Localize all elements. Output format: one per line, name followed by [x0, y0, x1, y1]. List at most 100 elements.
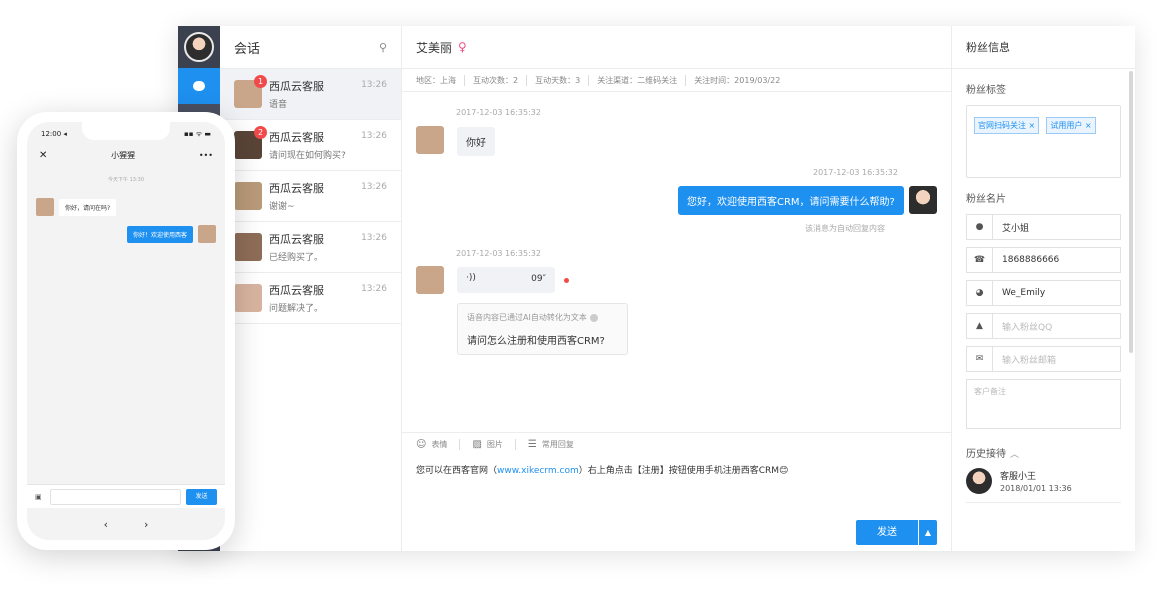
emoji-label: 表情 — [431, 439, 448, 449]
ai-transcription: 语音内容已通过AI自动转化为文本 请问怎么注册和使用西客CRM? — [457, 303, 628, 355]
conversation-preview: 语音 — [269, 100, 288, 110]
conversation-item[interactable]: 2 西瓜云客服 请问现在如何购买? 13:26 — [220, 120, 401, 171]
agent-avatar — [966, 468, 992, 494]
voice-duration: 09″ — [531, 274, 546, 284]
email-placeholder: 输入粉丝邮箱 — [1002, 355, 1057, 366]
phone-field[interactable]: ☎ 1868886666 — [966, 247, 1121, 273]
meta-channel: 关注渠道：二维码关注 — [597, 74, 687, 86]
chat-panel: 艾美丽 ♀ 地区：上海 互动次数：2 互动天数：3 关注渠道：二维码关注 关注时… — [402, 26, 952, 551]
auto-reply-note: 该消息为自动回复内容 — [805, 224, 885, 233]
image-icon: ▨ — [472, 438, 482, 450]
meta-follow-time: 关注时间：2019/03/22 — [694, 75, 781, 85]
phone-screen: 12:00 ◂ ▪▪ ᯤ ▬ ✕ 小猩猩 ••• 今天下午 13:30 你好，请… — [27, 122, 225, 540]
image-icon[interactable]: ▣ — [35, 493, 42, 501]
phone-outgoing-row: 你好！欢迎使用西客 — [126, 225, 216, 243]
phone-timestamp: 今天下午 13:30 — [108, 177, 144, 183]
conversation-preview: 问题解决了。 — [269, 304, 324, 314]
agent-time: 2018/01/01 13:36 — [1000, 484, 1072, 493]
chevron-up-icon: ︿ — [1010, 450, 1020, 460]
forward-icon[interactable]: › — [144, 518, 148, 531]
conversation-time: 13:26 — [361, 80, 387, 90]
compose-link[interactable]: www.xikecrm.com — [497, 466, 579, 476]
compose-input[interactable]: 您可以在西客官网（www.xikecrm.com）右上角点击【注册】按钮使用手机… — [402, 455, 951, 551]
qq-placeholder: 输入粉丝QQ — [1002, 322, 1053, 333]
conversation-list-title: 会话 — [234, 41, 261, 57]
phone-send-button[interactable]: 发送 — [186, 488, 217, 505]
conversation-time: 13:26 — [361, 182, 387, 192]
conversation-list-header: 会话 ⚲ — [220, 26, 401, 69]
message-area[interactable]: 2017-12-03 16:35:32 你好 2017-12-03 16:35:… — [402, 92, 951, 432]
wechat-value: We_Emily — [1002, 288, 1046, 298]
user-icon: ● — [967, 215, 993, 239]
unread-badge: 2 — [254, 126, 267, 139]
more-icon[interactable]: ••• — [199, 151, 213, 160]
outgoing-message: 您好，欢迎使用西客CRM，请问需要什么帮助? — [678, 186, 904, 215]
conversation-avatar — [234, 233, 262, 261]
meta-interactions: 互动次数：2 — [473, 74, 528, 86]
name-value: 艾小姐 — [1002, 223, 1030, 234]
tag[interactable]: 试用用户 × — [1046, 117, 1096, 134]
agent-name: 客服小王 — [1000, 472, 1037, 482]
history-item[interactable]: 客服小王 2018/01/01 13:36 — [966, 460, 1121, 503]
unread-dot — [564, 278, 569, 283]
quick-reply-icon: ☰ — [527, 438, 537, 450]
wechat-icon: ◕ — [967, 281, 993, 305]
tag-box[interactable]: 官网扫码关注 × 试用用户 × — [966, 105, 1121, 178]
conversation-avatar — [234, 182, 262, 210]
conversation-item[interactable]: 西瓜云客服 谢谢~ 13:26 — [220, 171, 401, 222]
quick-reply-label: 常用回复 — [541, 439, 574, 449]
history-header[interactable]: 历史接待 ︿ — [952, 445, 1135, 460]
phone-incoming-row: 你好，请问在吗? — [36, 198, 117, 216]
conversation-item[interactable]: 西瓜云客服 问题解决了。 13:26 — [220, 273, 401, 324]
contact-avatar — [36, 198, 54, 216]
info-icon[interactable] — [589, 313, 598, 322]
send-control: 发送 ▲ — [856, 520, 937, 545]
phone-text-input[interactable] — [49, 488, 181, 505]
voice-message[interactable]: ·)) 09″ — [457, 267, 555, 293]
conversation-item[interactable]: 西瓜云客服 已经购买了。 13:26 — [220, 222, 401, 273]
meta-days: 互动天数：3 — [535, 74, 590, 86]
conversation-time: 13:26 — [361, 284, 387, 294]
meta-region: 地区：上海 — [416, 74, 465, 86]
signal-icon: ▪▪ ᯤ ▬ — [184, 129, 211, 138]
close-icon[interactable]: ✕ — [39, 150, 47, 161]
conversation-item[interactable]: 1 西瓜云客服 语音 13:26 — [220, 69, 401, 120]
user-avatar[interactable] — [184, 32, 214, 62]
phone-nav: ✕ 小猩猩 ••• — [27, 146, 225, 164]
filter-icon[interactable]: ⚲ — [379, 41, 387, 54]
image-label: 图片 — [486, 439, 503, 449]
contact-avatar — [416, 266, 444, 294]
unread-badge: 1 — [254, 75, 267, 88]
wechat-field[interactable]: ◕ We_Emily — [966, 280, 1121, 306]
phone-notch — [82, 122, 170, 140]
chat-nav-icon[interactable] — [178, 68, 220, 104]
qq-field[interactable]: ▲ 输入粉丝QQ — [966, 313, 1121, 339]
tag[interactable]: 官网扫码关注 × — [974, 117, 1040, 134]
fan-info-panel: 粉丝信息 粉丝标签 官网扫码关注 × 试用用户 × 粉丝名片 ● 艾小姐 ☎ 186… — [952, 26, 1135, 551]
conversation-avatar: 1 — [234, 75, 267, 108]
conversation-preview: 请问现在如何购买? — [269, 151, 346, 161]
send-options-button[interactable]: ▲ — [919, 520, 937, 545]
agent-avatar — [909, 186, 937, 214]
phone-icon: ☎ — [967, 248, 993, 272]
qq-icon: ▲ — [967, 314, 993, 338]
conversation-time: 13:26 — [361, 233, 387, 243]
phone-value: 1868886666 — [1002, 255, 1060, 265]
phone-mockup: 12:00 ◂ ▪▪ ᯤ ▬ ✕ 小猩猩 ••• 今天下午 13:30 你好，请… — [17, 112, 235, 550]
email-field[interactable]: ✉ 输入粉丝邮箱 — [966, 346, 1121, 372]
emoji-button[interactable]: ☺ 表情 — [416, 438, 461, 450]
scrollbar[interactable] — [1129, 71, 1133, 353]
mail-icon: ✉ — [967, 347, 993, 371]
card-title: 粉丝名片 — [966, 194, 1006, 205]
name-field[interactable]: ● 艾小姐 — [966, 214, 1121, 240]
quick-reply-button[interactable]: ☰ 常用回复 — [528, 439, 586, 450]
conversation-preview: 谢谢~ — [269, 202, 295, 212]
chat-header: 艾美丽 ♀ — [402, 26, 951, 69]
conversation-preview: 已经购买了。 — [269, 253, 324, 263]
send-button[interactable]: 发送 — [856, 520, 918, 545]
back-icon[interactable]: ‹ — [104, 518, 108, 531]
phone-input-bar: ▣ 发送 — [27, 484, 225, 508]
remark-input[interactable]: 客户备注 — [966, 379, 1121, 429]
image-button[interactable]: ▨ 图片 — [472, 438, 516, 450]
conversation-avatar: 2 — [234, 126, 267, 159]
